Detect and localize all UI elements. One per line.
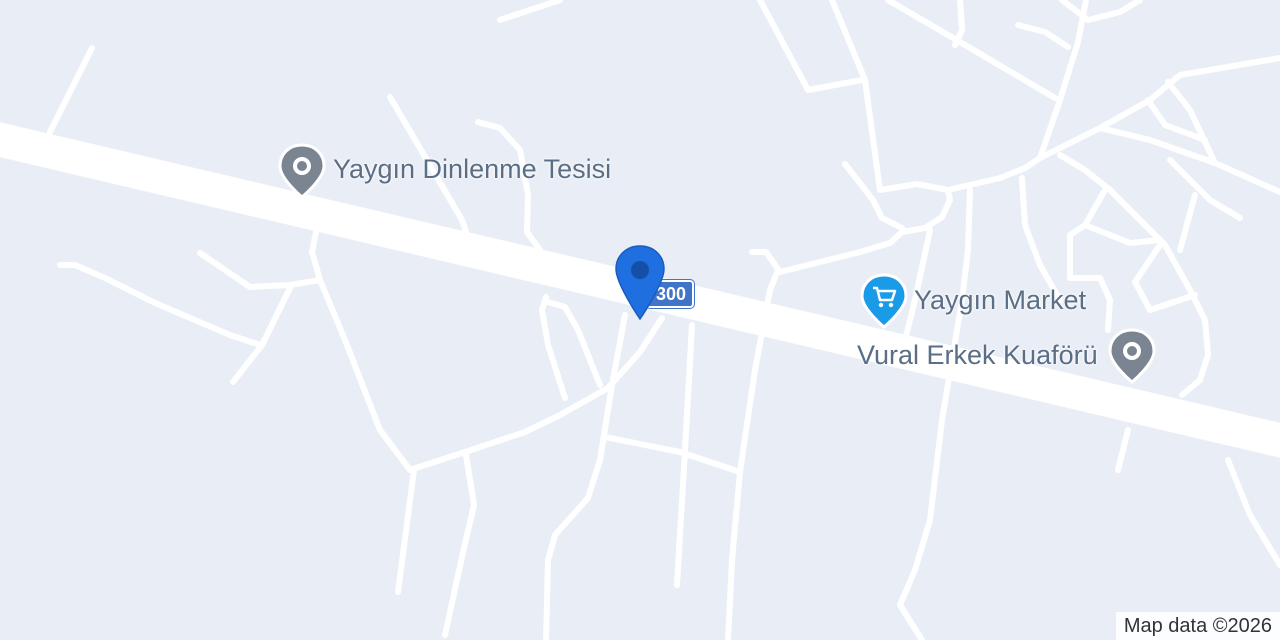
pin-icon [1108,328,1156,384]
poi-label-market[interactable]: Yaygın Market [914,285,1086,316]
poi-label-kuafor[interactable]: Vural Erkek Kuaförü [857,340,1098,371]
map-attribution: Map data ©2026 [1115,612,1280,640]
shopping-cart-icon [860,273,908,329]
poi-label-dinlenme-tesisi[interactable]: Yaygın Dinlenme Tesisi [333,154,611,185]
map-canvas[interactable]: Yaygın Dinlenme Tesisi Yaygın Market Vur… [0,0,1280,640]
location-marker-icon [615,245,665,321]
pin-icon [278,143,326,199]
